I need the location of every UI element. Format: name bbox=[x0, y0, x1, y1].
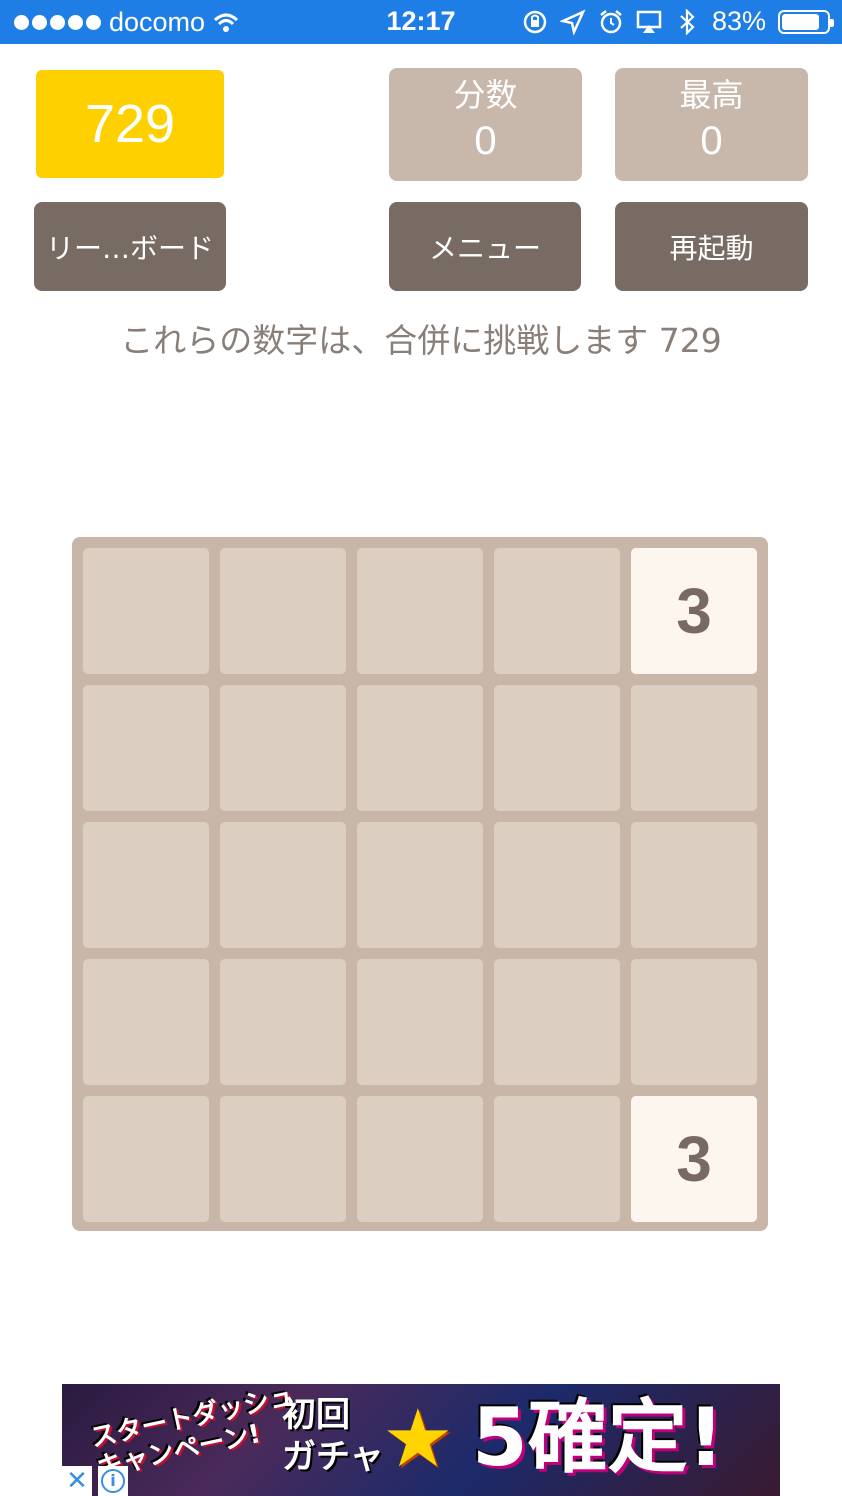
goal-tile: 729 bbox=[36, 70, 224, 178]
board-cell bbox=[494, 822, 620, 948]
board-cell bbox=[631, 685, 757, 811]
board-cell bbox=[357, 959, 483, 1085]
best-score-value: 0 bbox=[700, 119, 723, 163]
board-cell bbox=[631, 959, 757, 1085]
board-cell bbox=[220, 548, 346, 674]
ad-gacha-text: 初回 ガチャ bbox=[282, 1394, 384, 1478]
board-cell bbox=[357, 1096, 483, 1222]
board-cell bbox=[83, 1096, 209, 1222]
board-cell bbox=[220, 822, 346, 948]
board-cell bbox=[357, 822, 483, 948]
status-bar: docomo 12:17 83% bbox=[0, 0, 842, 44]
board-cell bbox=[494, 685, 620, 811]
leaderboard-button[interactable]: リー…ボード bbox=[34, 202, 226, 291]
board-cell bbox=[494, 548, 620, 674]
restart-button[interactable]: 再起動 bbox=[615, 202, 808, 291]
board-cell bbox=[494, 1096, 620, 1222]
board-cell bbox=[220, 685, 346, 811]
location-arrow-icon bbox=[559, 9, 586, 35]
ad-info-glyph: i bbox=[101, 1469, 125, 1493]
score-label: 分数 bbox=[453, 76, 518, 114]
battery-icon bbox=[778, 9, 834, 34]
board-cell bbox=[220, 959, 346, 1085]
best-score-label: 最高 bbox=[679, 76, 744, 114]
alarm-icon bbox=[600, 9, 622, 33]
ad-close-icon[interactable]: ✕ bbox=[62, 1466, 92, 1496]
menu-button[interactable]: メニュー bbox=[389, 202, 581, 291]
battery-percent: 83% bbox=[711, 6, 766, 36]
best-score-box: 最高 0 bbox=[615, 68, 808, 181]
board-cell bbox=[83, 959, 209, 1085]
game-board[interactable]: 33 bbox=[72, 537, 768, 1231]
board-cell bbox=[83, 548, 209, 674]
number-tile: 3 bbox=[631, 548, 757, 674]
ad-info-icon[interactable]: i bbox=[98, 1466, 128, 1496]
status-right: 83% bbox=[522, 6, 834, 37]
ad-banner[interactable]: スタートダッシュ キャンペーン! 初回 ガチャ ★ 5確定! bbox=[62, 1384, 780, 1496]
board-cell bbox=[631, 822, 757, 948]
ad-gacha-line2: ガチャ bbox=[282, 1437, 384, 1477]
star-icon: ★ bbox=[382, 1392, 454, 1485]
ad-gacha-line1: 初回 bbox=[282, 1395, 350, 1435]
airplay-icon bbox=[636, 10, 662, 33]
rotation-lock-icon bbox=[523, 10, 547, 33]
board-cell bbox=[83, 822, 209, 948]
goal-description: これらの数字は、合併に挑戦します 729 bbox=[120, 321, 722, 360]
board-cell bbox=[494, 959, 620, 1085]
score-value: 0 bbox=[474, 119, 497, 163]
board-cell bbox=[83, 685, 209, 811]
ad-headline: 5確定! bbox=[472, 1391, 725, 1484]
score-box: 分数 0 bbox=[389, 68, 582, 181]
board-cell bbox=[220, 1096, 346, 1222]
board-cell bbox=[357, 685, 483, 811]
bluetooth-icon bbox=[680, 8, 695, 35]
board-cell bbox=[357, 548, 483, 674]
number-tile: 3 bbox=[631, 1096, 757, 1222]
